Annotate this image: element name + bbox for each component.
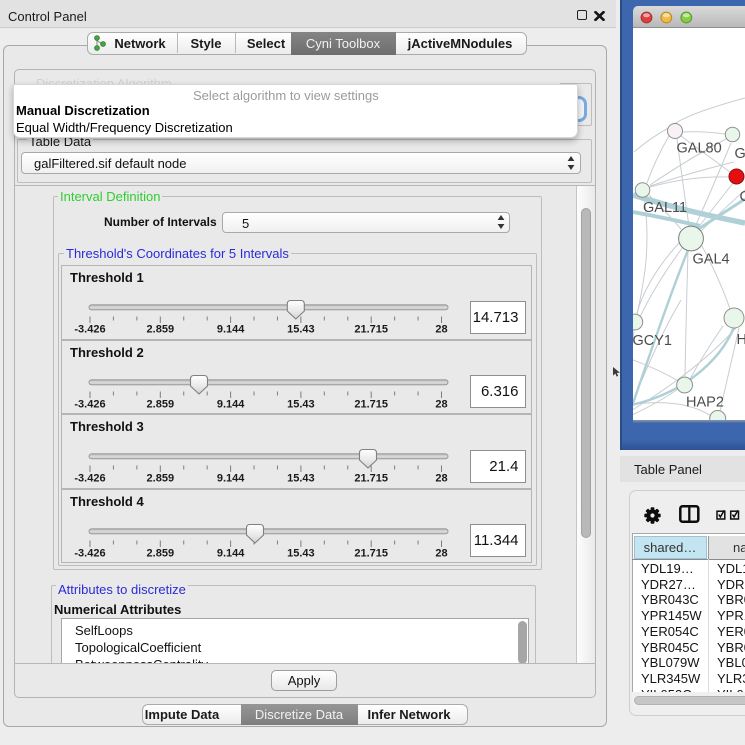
svg-text:28: 28 bbox=[435, 547, 447, 559]
svg-text:15.43: 15.43 bbox=[287, 324, 315, 336]
svg-text:21.715: 21.715 bbox=[354, 473, 388, 485]
svg-text:28: 28 bbox=[435, 473, 447, 485]
svg-text:-3.426: -3.426 bbox=[74, 398, 105, 410]
svg-text:9.144: 9.144 bbox=[217, 398, 245, 410]
svg-text:GA: GA bbox=[735, 146, 745, 162]
svg-text:C: C bbox=[740, 189, 745, 205]
svg-text:Threshold 3: Threshold 3 bbox=[70, 419, 144, 434]
svg-text:2.859: 2.859 bbox=[147, 473, 175, 485]
svg-text:15.43: 15.43 bbox=[287, 473, 315, 485]
svg-text:21.715: 21.715 bbox=[354, 324, 388, 336]
svg-text:2.859: 2.859 bbox=[147, 398, 175, 410]
svg-text:H: H bbox=[737, 332, 745, 348]
svg-text:2.859: 2.859 bbox=[147, 547, 175, 559]
svg-text:28: 28 bbox=[435, 324, 447, 336]
svg-text:Threshold 4: Threshold 4 bbox=[70, 494, 144, 509]
svg-text:9.144: 9.144 bbox=[217, 547, 245, 559]
svg-text:Threshold 2: Threshold 2 bbox=[70, 345, 144, 360]
svg-text:-3.426: -3.426 bbox=[74, 473, 105, 485]
svg-text:HAP2: HAP2 bbox=[686, 395, 724, 411]
svg-text:GAL80: GAL80 bbox=[677, 141, 722, 157]
svg-text:GAL4: GAL4 bbox=[693, 252, 730, 268]
svg-text:GAL11: GAL11 bbox=[643, 200, 687, 216]
svg-text:15.43: 15.43 bbox=[287, 398, 315, 410]
svg-text:Threshold 1: Threshold 1 bbox=[70, 270, 144, 285]
svg-text:GCY1: GCY1 bbox=[633, 333, 672, 349]
svg-text:2.859: 2.859 bbox=[147, 324, 175, 336]
svg-text:21.715: 21.715 bbox=[354, 547, 388, 559]
svg-text:15.43: 15.43 bbox=[287, 547, 315, 559]
svg-text:-3.426: -3.426 bbox=[74, 547, 105, 559]
svg-text:9.144: 9.144 bbox=[217, 324, 245, 336]
svg-text:21.715: 21.715 bbox=[354, 398, 388, 410]
svg-text:28: 28 bbox=[435, 398, 447, 410]
svg-text:9.144: 9.144 bbox=[217, 473, 245, 485]
svg-text:-3.426: -3.426 bbox=[74, 324, 105, 336]
